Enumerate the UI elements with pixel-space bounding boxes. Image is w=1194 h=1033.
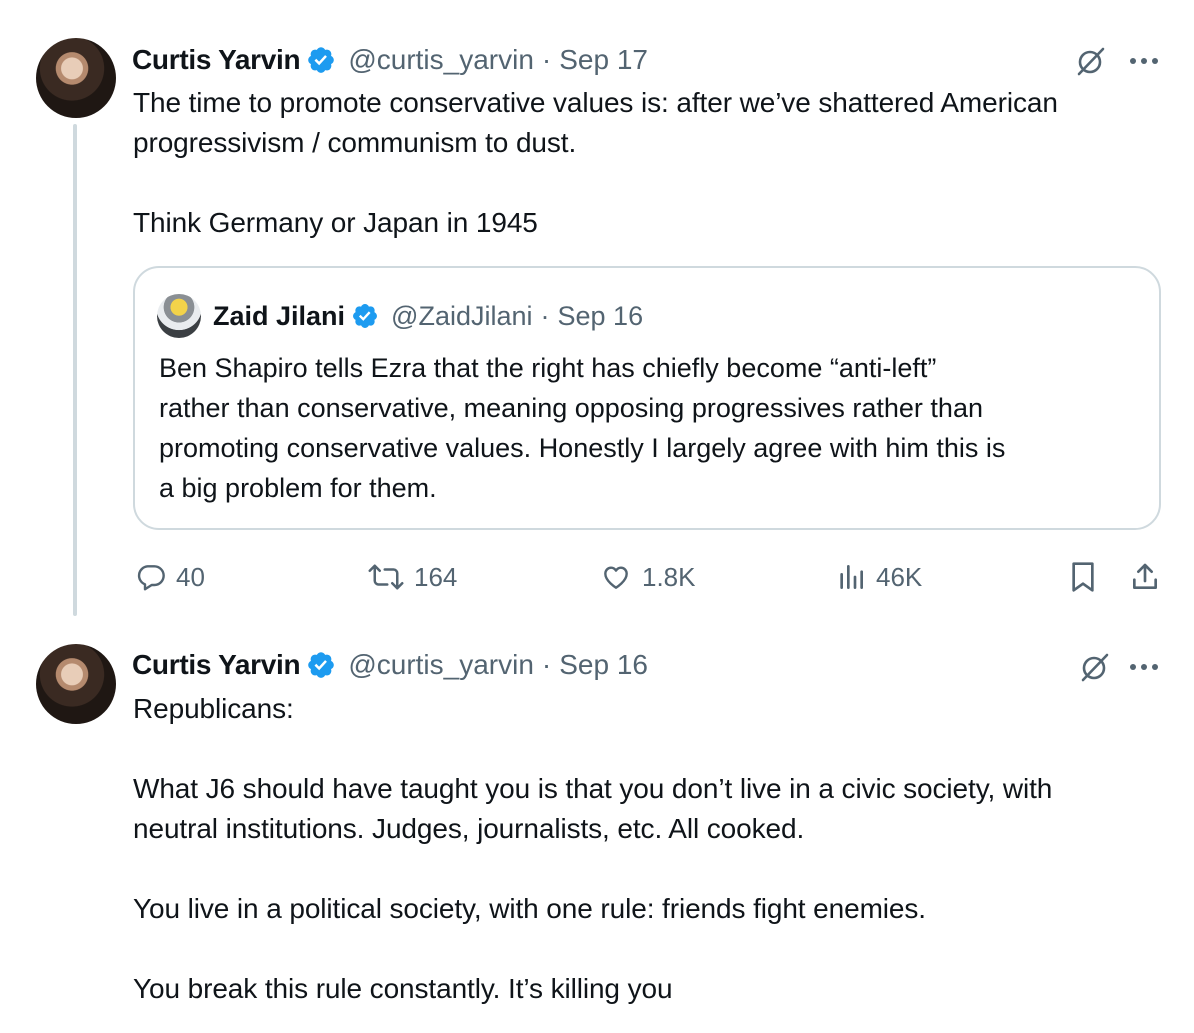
verified-badge-icon bbox=[308, 652, 335, 678]
more-icon[interactable] bbox=[1126, 652, 1162, 682]
views-button[interactable]: 46K bbox=[834, 560, 922, 594]
reply-icon bbox=[137, 565, 165, 591]
tweet-date[interactable]: Sep 16 bbox=[559, 649, 648, 681]
views-icon bbox=[840, 565, 863, 589]
like-button[interactable]: 1.8K bbox=[598, 560, 696, 594]
author-handle[interactable]: @curtis_yarvin bbox=[348, 44, 534, 76]
bookmark-button[interactable] bbox=[1066, 560, 1100, 594]
quoted-header: Zaid Jilani @ZaidJilani · Sep 16 bbox=[213, 296, 643, 336]
separator-dot: · bbox=[540, 300, 550, 331]
share-button[interactable] bbox=[1128, 560, 1162, 594]
share-icon bbox=[1133, 563, 1157, 589]
author-name[interactable]: Curtis Yarvin bbox=[132, 44, 301, 76]
quoted-author-name: Zaid Jilani bbox=[213, 300, 346, 331]
tweet-text: The time to promote conservative values … bbox=[133, 87, 1058, 238]
quoted-avatar bbox=[157, 294, 201, 338]
tweet-date[interactable]: Sep 17 bbox=[559, 44, 648, 76]
separator-dot: · bbox=[541, 649, 552, 680]
grok-icon[interactable] bbox=[1078, 650, 1112, 684]
tweet-header: Curtis Yarvin @curtis_yarvin · Sep 17 bbox=[132, 40, 648, 80]
bookmark-icon bbox=[1072, 562, 1094, 592]
avatar[interactable] bbox=[36, 644, 116, 724]
quoted-tweet-text: Ben Shapiro tells Ezra that the right ha… bbox=[159, 353, 1006, 503]
retweet-count: 164 bbox=[414, 561, 458, 592]
tweet-header: Curtis Yarvin @curtis_yarvin · Sep 16 bbox=[132, 645, 648, 685]
grok-icon[interactable] bbox=[1074, 44, 1108, 78]
more-icon[interactable] bbox=[1126, 46, 1162, 76]
views-count: 46K bbox=[876, 561, 923, 592]
verified-badge-icon bbox=[353, 304, 378, 328]
quoted-author-handle: @ZaidJilani bbox=[391, 300, 533, 331]
separator-dot: · bbox=[541, 44, 552, 75]
author-handle[interactable]: @curtis_yarvin bbox=[348, 649, 534, 681]
tweet-text: Republicans: What J6 should have taught … bbox=[133, 693, 1053, 1004]
avatar[interactable] bbox=[36, 38, 116, 118]
heart-icon bbox=[604, 566, 628, 589]
retweet-button[interactable]: 164 bbox=[366, 560, 457, 594]
reply-button[interactable]: 40 bbox=[134, 560, 205, 594]
retweet-icon bbox=[368, 564, 404, 590]
quoted-tweet-card[interactable]: Zaid Jilani @ZaidJilani · Sep 16 Ben Sha… bbox=[133, 266, 1161, 530]
author-name[interactable]: Curtis Yarvin bbox=[132, 649, 301, 681]
thread-connector-line bbox=[73, 124, 77, 616]
like-count: 1.8K bbox=[642, 561, 696, 592]
reply-count: 40 bbox=[176, 561, 205, 592]
verified-badge-icon bbox=[308, 47, 335, 73]
quoted-tweet-date: Sep 16 bbox=[557, 300, 644, 331]
